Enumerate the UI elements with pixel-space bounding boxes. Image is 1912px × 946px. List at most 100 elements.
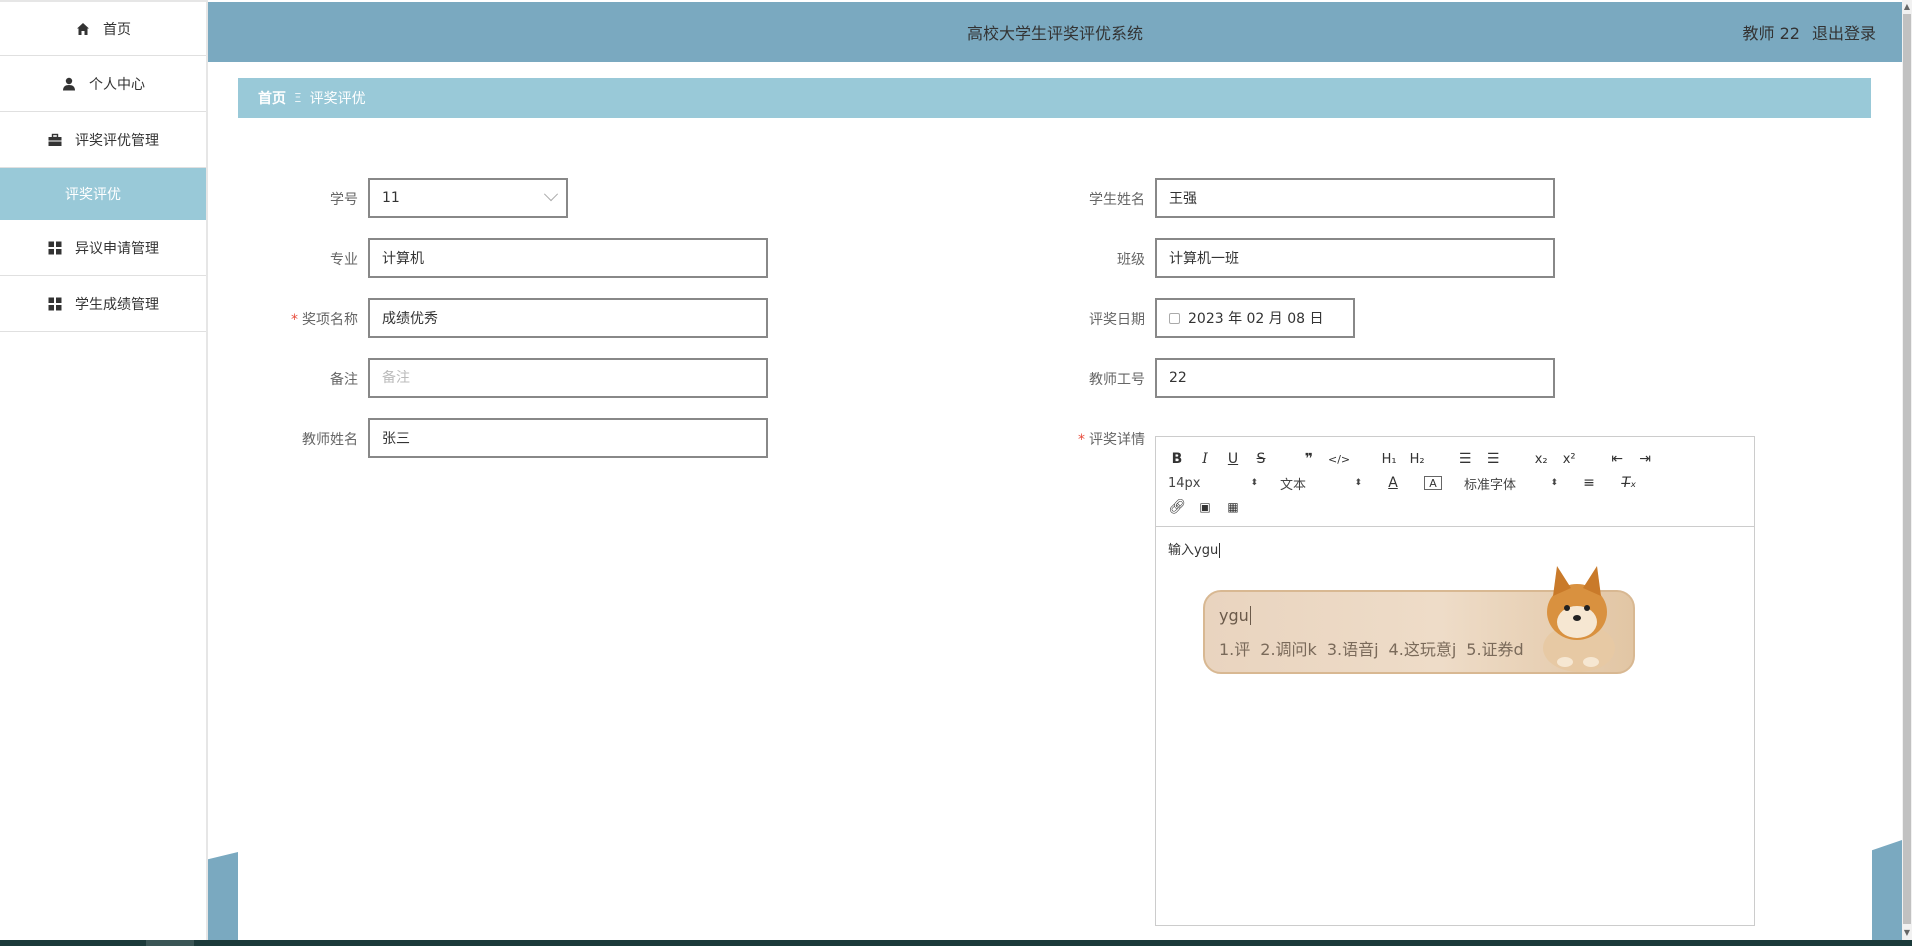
major-input[interactable]	[382, 250, 766, 266]
sidebar-item-label: 首页	[103, 21, 131, 38]
grid-icon	[47, 296, 63, 312]
ime-candidates: 1.评 2.调问k 3.语音j 4.这玩意j 5.证券d	[1219, 636, 1524, 660]
teacher-id-input[interactable]	[1169, 370, 1553, 386]
font-size-select[interactable]: 14px ⬍	[1168, 476, 1258, 491]
student-name-input[interactable]	[1169, 190, 1553, 206]
chevron-updown-icon: ⬍	[1550, 478, 1558, 488]
code-icon[interactable]: </>	[1328, 449, 1350, 469]
font-color-icon[interactable]: A	[1384, 473, 1402, 493]
remark-input[interactable]	[382, 370, 766, 386]
align-icon[interactable]: ≡	[1580, 473, 1598, 493]
scroll-up-icon[interactable]: ▲	[1903, 2, 1911, 12]
chevron-down-icon	[543, 187, 559, 202]
heading1-button[interactable]: H₁	[1380, 449, 1398, 469]
app-title: 高校大学生评奖评优系统	[966, 24, 1143, 43]
bullet-list-icon[interactable]: ☰	[1484, 449, 1502, 469]
font-family-select[interactable]: 标准字体 ⬍	[1464, 474, 1558, 493]
ime-candidate[interactable]: 3.语音j	[1327, 636, 1379, 660]
major-field[interactable]	[368, 238, 768, 278]
award-name-label: 奖项名称	[238, 309, 358, 329]
ime-cursor	[1249, 606, 1251, 625]
sidebar-item-label: 学生成绩管理	[75, 296, 159, 313]
underline-button[interactable]: U	[1224, 449, 1242, 469]
sidebar-item-award-management[interactable]: 评奖评优管理	[0, 112, 206, 168]
breadcrumb-current: 评奖评优	[309, 91, 366, 107]
teacher-id-label: 教师工号	[1089, 372, 1145, 388]
superscript-button[interactable]: x²	[1560, 449, 1578, 469]
text-type-value: 文本	[1280, 477, 1307, 493]
award-date-picker[interactable]: 2023 年 02 月 08 日	[1155, 298, 1355, 338]
font-family-value: 标准字体	[1464, 477, 1517, 493]
sidebar-item-label: 个人中心	[89, 76, 145, 93]
text-type-select[interactable]: 文本 ⬍	[1280, 474, 1362, 493]
class-field[interactable]	[1155, 238, 1555, 278]
student-name-field[interactable]	[1155, 178, 1555, 218]
ime-composition-text: ygu	[1219, 606, 1249, 625]
background-color-icon[interactable]: A	[1424, 476, 1442, 490]
sidebar-item-award-evaluation[interactable]: 评奖评优	[0, 168, 206, 220]
award-detail-label: 评奖详情	[1025, 429, 1145, 449]
sidebar-item-label: 评奖评优	[65, 187, 121, 203]
logout-button[interactable]: 退出登录	[1812, 20, 1876, 44]
clear-format-icon[interactable]: T̶ₓ	[1620, 473, 1638, 493]
strikethrough-button[interactable]: S	[1252, 449, 1270, 469]
teacher-name-label: 教师姓名	[302, 432, 358, 448]
ime-candidate[interactable]: 2.调问k	[1260, 636, 1317, 660]
ime-candidate[interactable]: 4.这玩意j	[1389, 636, 1457, 660]
student-id-select[interactable]: 11	[368, 178, 568, 218]
student-id-label: 学号	[330, 192, 358, 208]
grid-icon	[47, 240, 63, 256]
editor-text: 输入ygu	[1168, 543, 1219, 558]
ordered-list-icon[interactable]: ☰	[1456, 449, 1474, 469]
teacher-name-field[interactable]	[368, 418, 768, 458]
ime-candidate[interactable]: 1.评	[1219, 636, 1250, 660]
ime-candidate-popup: ygu 1.评 2.调问k 3.语音j 4.这玩意j 5.证券d	[1203, 566, 1635, 674]
award-name-field[interactable]	[368, 298, 768, 338]
editor-toolbar: B I U S ❞ </> H₁ H₂ ☰ ☰ x₂ x² ⇤ ⇥ 14px ⬍	[1156, 437, 1754, 527]
vertical-scrollbar[interactable]: ▲ ▼	[1902, 0, 1912, 940]
rich-text-editor: B I U S ❞ </> H₁ H₂ ☰ ☰ x₂ x² ⇤ ⇥ 14px ⬍	[1155, 436, 1755, 926]
sidebar-item-score-management[interactable]: 学生成绩管理	[0, 276, 206, 332]
sidebar-item-home[interactable]: 首页	[0, 0, 206, 56]
decorative-wave	[208, 852, 238, 942]
award-name-input[interactable]	[382, 310, 766, 326]
indent-icon[interactable]: ⇥	[1636, 449, 1654, 469]
home-icon	[75, 21, 91, 37]
heading2-button[interactable]: H₂	[1408, 449, 1426, 469]
teacher-id-field[interactable]	[1155, 358, 1555, 398]
breadcrumb-home[interactable]: 首页	[258, 88, 286, 108]
outdent-icon[interactable]: ⇤	[1608, 449, 1626, 469]
remark-label: 备注	[330, 372, 358, 388]
quote-icon[interactable]: ❞	[1300, 449, 1318, 469]
breadcrumb: 首页 Ξ 评奖评优	[238, 78, 1871, 118]
taskbar-item[interactable]	[146, 940, 194, 946]
subscript-button[interactable]: x₂	[1532, 449, 1550, 469]
bold-button[interactable]: B	[1168, 449, 1186, 469]
sidebar-item-personal-center[interactable]: 个人中心	[0, 56, 206, 112]
editor-content[interactable]: 输入ygu	[1156, 527, 1754, 570]
teacher-name-input[interactable]	[382, 430, 766, 446]
chevron-updown-icon: ⬍	[1354, 478, 1362, 488]
class-input[interactable]	[1169, 250, 1553, 266]
shiba-dog-icon	[1543, 566, 1615, 672]
link-icon[interactable]: 🔗︎	[1168, 497, 1186, 517]
text-cursor	[1219, 543, 1221, 558]
sidebar-item-label: 异议申请管理	[75, 240, 159, 257]
sidebar-item-objection-management[interactable]: 异议申请管理	[0, 220, 206, 276]
scroll-thumb[interactable]	[1903, 14, 1911, 924]
video-icon[interactable]: ▦	[1224, 497, 1242, 517]
taskbar	[0, 940, 1912, 946]
scroll-down-icon[interactable]: ▼	[1903, 928, 1911, 938]
header-user-area: 教师 22 退出登录	[1743, 20, 1876, 44]
user-label: 教师 22	[1742, 24, 1800, 43]
italic-button[interactable]: I	[1196, 449, 1214, 469]
image-icon[interactable]: ▣	[1196, 497, 1214, 517]
ime-composition: ygu	[1219, 606, 1251, 625]
font-size-value: 14px	[1168, 475, 1201, 491]
top-header: 高校大学生评奖评优系统 教师 22 退出登录	[208, 2, 1902, 62]
major-label: 专业	[330, 252, 358, 268]
award-date-label: 评奖日期	[1089, 312, 1145, 328]
chevron-updown-icon: ⬍	[1250, 478, 1258, 488]
remark-field[interactable]	[368, 358, 768, 398]
ime-candidate[interactable]: 5.证券d	[1466, 636, 1523, 660]
